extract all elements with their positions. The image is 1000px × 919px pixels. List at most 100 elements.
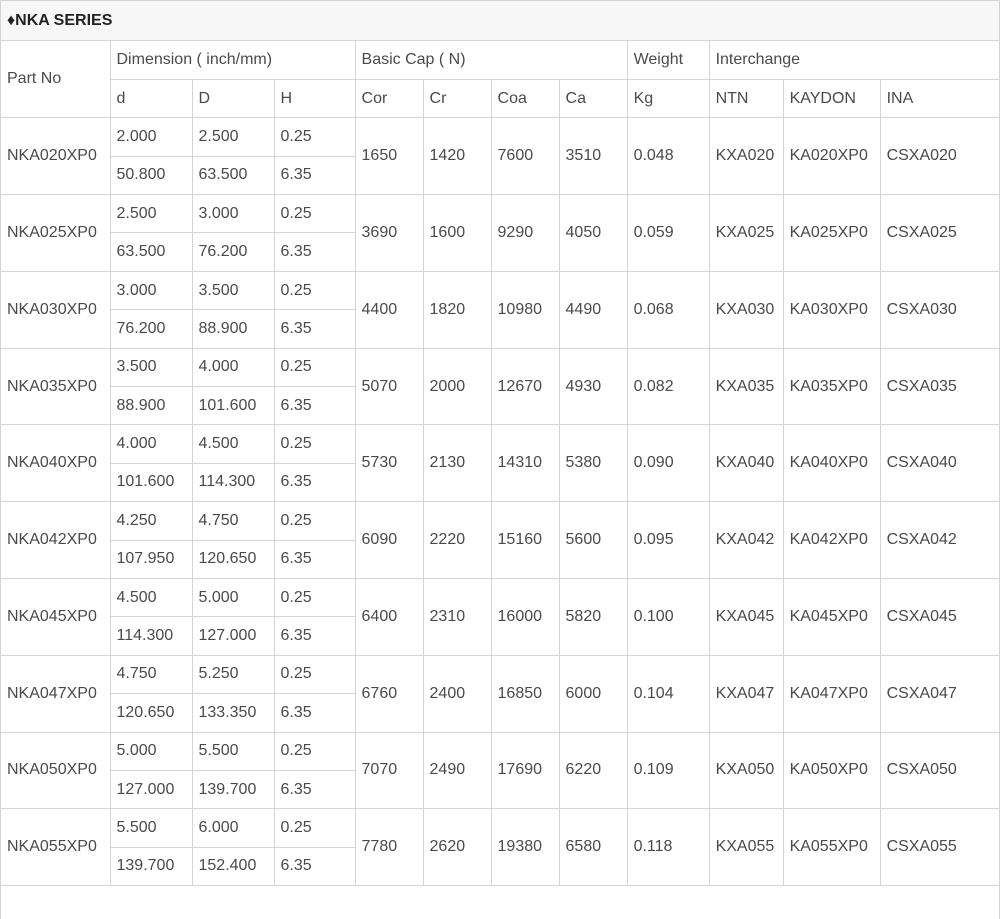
mm-H: 6.35 bbox=[273, 309, 356, 349]
cor-value: 4400 bbox=[354, 270, 424, 349]
inch-d: 2.500 bbox=[109, 194, 193, 234]
header-ntn: NTN bbox=[708, 78, 784, 119]
header-basic-cap: Basic Cap ( N) bbox=[354, 41, 628, 80]
inch-D: 4.000 bbox=[191, 347, 275, 388]
part-number: NKA040XP0 bbox=[1, 424, 111, 503]
ca-value: 4050 bbox=[558, 194, 628, 272]
ntn-code: KXA025 bbox=[708, 194, 784, 272]
inch-H: 0.25 bbox=[273, 424, 356, 464]
coa-value: 7600 bbox=[490, 117, 560, 196]
coa-value: 14310 bbox=[490, 424, 560, 503]
header-D: D bbox=[191, 78, 275, 119]
inch-H: 0.25 bbox=[273, 808, 356, 848]
header-coa: Coa bbox=[490, 78, 560, 119]
kaydon-code: KA030XP0 bbox=[782, 270, 881, 349]
kaydon-code: KA045XP0 bbox=[782, 577, 881, 656]
header-dimension: Dimension ( inch/mm) bbox=[109, 41, 356, 80]
part-number: NKA055XP0 bbox=[1, 808, 111, 887]
weight-kg: 0.059 bbox=[626, 194, 710, 272]
part-number: NKA042XP0 bbox=[1, 501, 111, 579]
inch-D: 4.500 bbox=[191, 424, 275, 464]
mm-H: 6.35 bbox=[273, 232, 356, 272]
cr-value: 2000 bbox=[422, 347, 492, 426]
inch-d: 3.500 bbox=[109, 347, 193, 388]
header-kaydon: KAYDON bbox=[782, 78, 881, 119]
spec-sheet: ♦NKA SERIES Part No Dimension ( inch/mm)… bbox=[0, 0, 1000, 919]
ca-value: 5380 bbox=[558, 424, 628, 503]
kaydon-code: KA020XP0 bbox=[782, 117, 881, 196]
cor-value: 7780 bbox=[354, 808, 424, 887]
inch-H: 0.25 bbox=[273, 347, 356, 388]
mm-d: 63.500 bbox=[110, 232, 193, 272]
mm-d: 50.800 bbox=[110, 155, 193, 196]
cor-value: 6760 bbox=[354, 654, 424, 733]
mm-D: 114.300 bbox=[191, 462, 275, 503]
table-row: NKA020XP0 2.000 2.500 0.25 1650 1420 7600 3510 0… bbox=[1, 117, 1000, 196]
inch-D: 6.000 bbox=[191, 808, 275, 848]
inch-H: 0.25 bbox=[273, 577, 356, 618]
ina-code: CSXA045 bbox=[879, 577, 1000, 656]
cr-value: 2220 bbox=[422, 501, 492, 579]
weight-kg: 0.068 bbox=[626, 270, 710, 349]
mm-H: 6.35 bbox=[273, 693, 356, 733]
inch-H: 0.25 bbox=[273, 654, 356, 695]
header-ca: Ca bbox=[558, 78, 628, 119]
weight-kg: 0.095 bbox=[626, 501, 710, 579]
table-body: NKA020XP0 2.000 2.500 0.25 1650 1420 7600 3510 0… bbox=[1, 117, 1000, 887]
cor-value: 6090 bbox=[354, 501, 424, 579]
ntn-code: KXA050 bbox=[708, 731, 784, 810]
table-row: NKA025XP0 2.500 3.000 0.25 3690 1600 9290 4050 0… bbox=[1, 194, 1000, 272]
ca-value: 4490 bbox=[558, 270, 628, 349]
coa-value: 12670 bbox=[490, 347, 560, 426]
cr-value: 2620 bbox=[422, 808, 492, 887]
ina-code: CSXA025 bbox=[879, 194, 1000, 272]
inch-H: 0.25 bbox=[273, 194, 356, 234]
mm-d: 101.600 bbox=[110, 462, 193, 503]
ntn-code: KXA047 bbox=[708, 654, 784, 733]
kaydon-code: KA042XP0 bbox=[782, 501, 881, 579]
mm-d: 107.950 bbox=[110, 539, 193, 579]
coa-value: 16000 bbox=[490, 577, 560, 656]
header-weight: Weight bbox=[626, 41, 710, 80]
mm-D: 101.600 bbox=[191, 386, 275, 426]
mm-H: 6.35 bbox=[273, 386, 356, 426]
ina-code: CSXA030 bbox=[879, 270, 1000, 349]
inch-H: 0.25 bbox=[273, 270, 356, 311]
inch-D: 3.500 bbox=[191, 270, 275, 311]
header-part-no: Part No bbox=[1, 41, 111, 119]
part-number: NKA020XP0 bbox=[1, 117, 111, 196]
mm-d: 127.000 bbox=[110, 769, 193, 810]
ca-value: 5600 bbox=[558, 501, 628, 579]
ina-code: CSXA055 bbox=[879, 808, 1000, 887]
ca-value: 6000 bbox=[558, 654, 628, 733]
inch-D: 2.500 bbox=[191, 117, 275, 157]
weight-kg: 0.104 bbox=[626, 654, 710, 733]
header-ina: INA bbox=[879, 78, 1000, 119]
mm-D: 76.200 bbox=[191, 232, 275, 272]
cr-value: 2310 bbox=[422, 577, 492, 656]
coa-value: 17690 bbox=[490, 731, 560, 810]
cor-value: 6400 bbox=[354, 577, 424, 656]
part-number: NKA047XP0 bbox=[1, 654, 111, 733]
mm-D: 133.350 bbox=[191, 693, 275, 733]
mm-H: 6.35 bbox=[273, 846, 356, 887]
header-cor: Cor bbox=[354, 78, 424, 119]
table-row: NKA042XP0 4.250 4.750 0.25 6090 2220 15160 5600… bbox=[1, 501, 1000, 579]
part-number: NKA035XP0 bbox=[1, 347, 111, 426]
table-row: NKA055XP0 5.500 6.000 0.25 7780 2620 19380 6580… bbox=[1, 808, 1000, 887]
cor-value: 7070 bbox=[354, 731, 424, 810]
inch-D: 5.500 bbox=[191, 731, 275, 771]
mm-D: 63.500 bbox=[191, 155, 275, 196]
mm-D: 127.000 bbox=[191, 616, 275, 656]
coa-value: 9290 bbox=[490, 194, 560, 272]
inch-H: 0.25 bbox=[273, 731, 356, 771]
weight-kg: 0.100 bbox=[626, 577, 710, 656]
weight-kg: 0.109 bbox=[626, 731, 710, 810]
mm-D: 88.900 bbox=[191, 309, 275, 349]
table-header: Part No Dimension ( inch/mm) Basic Cap (… bbox=[1, 41, 1000, 119]
cr-value: 2130 bbox=[422, 424, 492, 503]
mm-d: 114.300 bbox=[110, 616, 193, 656]
ntn-code: KXA030 bbox=[708, 270, 784, 349]
ina-code: CSXA040 bbox=[879, 424, 1000, 503]
mm-D: 120.650 bbox=[191, 539, 275, 579]
